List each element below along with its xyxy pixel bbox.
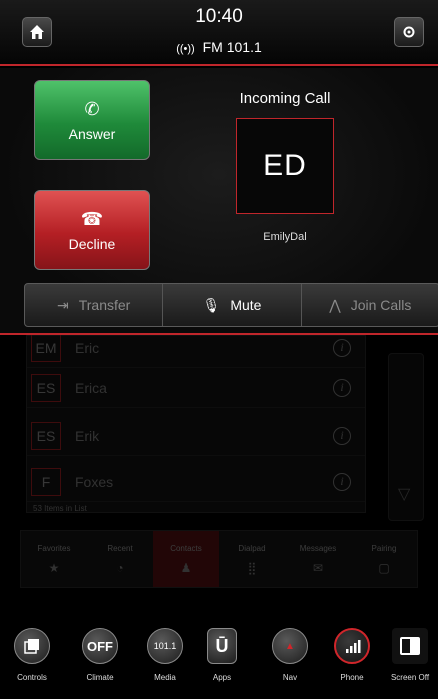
dialpad-icon: ⣿ xyxy=(247,560,257,575)
dock-label: Climate xyxy=(86,673,114,682)
tab-dialpad[interactable]: Dialpad ⣿ xyxy=(219,531,285,587)
pairing-icon: ▢ xyxy=(378,560,390,575)
tab-messages[interactable]: Messages ✉ xyxy=(285,531,351,587)
scroll-down-icon[interactable]: ▽ xyxy=(398,484,410,504)
caller-avatar: ED xyxy=(236,118,334,214)
decline-label: Decline xyxy=(68,235,116,252)
bottom-dock: Controls OFF Climate 101.1 Media Ū Apps … xyxy=(0,620,438,699)
person-icon: ♟ xyxy=(180,560,192,575)
list-count: 53 Items in List xyxy=(33,504,87,513)
list-scrollbar[interactable]: ▽ xyxy=(388,353,424,521)
dock-phone[interactable]: Phone xyxy=(322,628,382,682)
incoming-call-title: Incoming Call xyxy=(239,90,331,107)
contact-list: EM Eric i ES Erica i ES Erik i F Foxes i… xyxy=(26,333,366,513)
contact-name: Eric xyxy=(75,339,100,356)
media-badge: 101.1 xyxy=(153,641,177,651)
mute-label: Mute xyxy=(230,297,262,313)
dock-screen-off[interactable]: Screen Off xyxy=(380,628,438,682)
settings-button[interactable] xyxy=(394,17,424,47)
status-bar: 10:40 ((•)) FM 101.1 xyxy=(0,0,438,66)
clock-icon: ◔ xyxy=(116,560,124,575)
info-icon[interactable]: i xyxy=(333,426,351,445)
call-action-bar: ⇥ Transfer 🎙 Mute ⋀ Join Calls xyxy=(24,283,438,327)
apps-icon: Ū xyxy=(207,628,237,664)
dock-label: Nav xyxy=(282,673,298,682)
info-icon[interactable]: i xyxy=(333,472,351,491)
controls-icon xyxy=(14,628,50,664)
mute-icon: 🎙 xyxy=(202,296,221,313)
phone-tabs: Favorites ★ Recent ◔ Contacts ♟ Dialpad … xyxy=(20,530,418,588)
contact-initials: ES xyxy=(31,421,61,450)
info-icon[interactable]: i xyxy=(333,338,351,357)
phone-answer-icon: ✆ xyxy=(84,98,100,119)
dock-apps[interactable]: Ū Apps xyxy=(192,628,252,682)
contact-initials: F xyxy=(31,467,61,496)
caller-name: EmilyDal xyxy=(263,231,307,243)
radio-station-label: FM 101.1 xyxy=(202,39,262,55)
clock: 10:40 xyxy=(195,6,243,27)
join-calls-label: Join Calls xyxy=(350,297,412,313)
list-item[interactable]: EM Eric i xyxy=(27,328,365,368)
tab-label: Dialpad xyxy=(238,543,266,553)
tab-label: Favorites xyxy=(37,543,71,553)
transfer-button[interactable]: ⇥ Transfer xyxy=(25,284,164,326)
join-calls-button[interactable]: ⋀ Join Calls xyxy=(302,284,438,326)
list-item[interactable]: ES Erica i xyxy=(27,368,365,408)
caller-initials: ED xyxy=(263,149,307,182)
climate-badge: OFF xyxy=(87,638,113,654)
phone-hangup-icon: ☎ xyxy=(80,208,104,229)
dock-media[interactable]: 101.1 Media xyxy=(135,628,195,682)
contact-name: Erik xyxy=(75,427,100,444)
dock-label: Media xyxy=(154,673,176,682)
antenna-icon: ((•)) xyxy=(176,43,195,55)
tab-recent[interactable]: Recent ◔ xyxy=(87,531,153,587)
answer-label: Answer xyxy=(68,125,116,142)
tab-pairing[interactable]: Pairing ▢ xyxy=(351,531,417,587)
answer-button[interactable]: ✆ Answer xyxy=(34,80,150,160)
transfer-label: Transfer xyxy=(78,297,131,313)
tab-contacts[interactable]: Contacts ♟ xyxy=(153,531,219,587)
list-item[interactable]: F Foxes i xyxy=(27,462,365,502)
contact-name: Erica xyxy=(75,379,107,396)
radio-station[interactable]: ((•)) FM 101.1 xyxy=(0,39,438,55)
dock-label: Phone xyxy=(340,673,364,682)
contacts-background: EM Eric i ES Erica i ES Erik i F Foxes i… xyxy=(0,333,438,588)
phone-signal-icon xyxy=(334,628,370,664)
info-icon[interactable]: i xyxy=(333,378,351,397)
tab-favorites[interactable]: Favorites ★ xyxy=(21,531,87,587)
mute-button[interactable]: 🎙 Mute xyxy=(163,284,302,326)
dock-label: Screen Off xyxy=(390,673,430,682)
tab-label: Contacts xyxy=(170,543,202,553)
climate-icon: OFF xyxy=(82,628,118,664)
list-item[interactable]: ES Erik i xyxy=(27,416,365,456)
dock-label: Controls xyxy=(17,673,47,682)
nav-arrow-icon: ▲ xyxy=(272,628,308,664)
decline-button[interactable]: ☎ Decline xyxy=(34,190,150,270)
star-icon: ★ xyxy=(48,560,60,575)
join-calls-icon: ⋀ xyxy=(329,296,341,313)
dock-label: Apps xyxy=(212,673,232,682)
tab-label: Recent xyxy=(107,543,133,553)
transfer-icon: ⇥ xyxy=(56,296,69,313)
dock-nav[interactable]: ▲ Nav xyxy=(260,628,320,682)
dock-climate[interactable]: OFF Climate xyxy=(70,628,130,682)
contact-initials: EM xyxy=(31,333,61,362)
contact-initials: ES xyxy=(31,373,61,402)
tab-label: Pairing xyxy=(371,543,397,553)
message-icon: ✉ xyxy=(312,560,324,575)
gear-icon xyxy=(403,26,415,38)
dock-controls[interactable]: Controls xyxy=(2,628,62,682)
contact-name: Foxes xyxy=(75,473,114,490)
screen-off-icon xyxy=(392,628,428,664)
media-icon: 101.1 xyxy=(147,628,183,664)
tab-label: Messages xyxy=(299,543,337,553)
